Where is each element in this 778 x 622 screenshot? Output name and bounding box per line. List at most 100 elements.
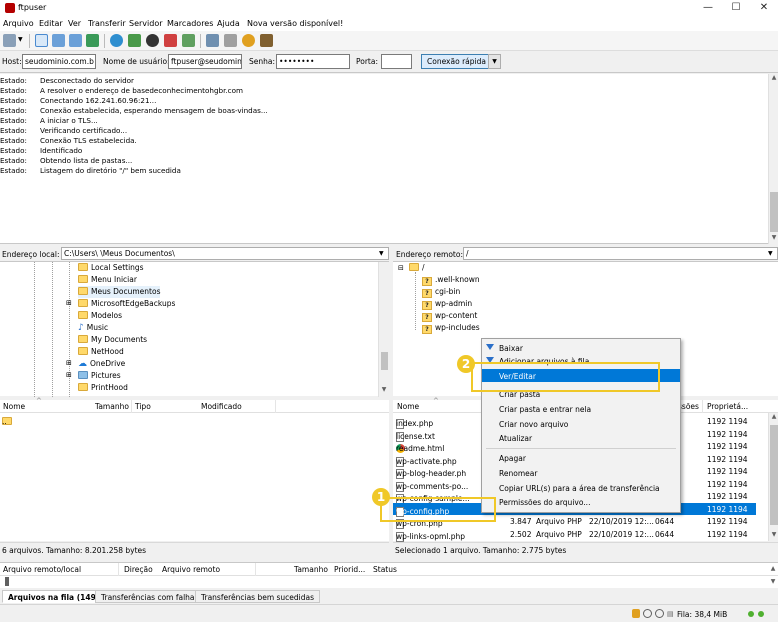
scroll-down-icon[interactable]: ▼ — [379, 386, 389, 393]
menu-item-apagar[interactable]: Apagar — [482, 451, 680, 464]
column-owner[interactable]: Proprietá... — [707, 402, 748, 411]
scroll-up-icon[interactable]: ▲ — [769, 74, 778, 81]
site-manager-icon[interactable] — [3, 34, 16, 47]
password-input[interactable]: •••••••• — [276, 54, 350, 69]
local-path-dropdown-icon[interactable]: ▼ — [379, 250, 384, 257]
quickconnect-dropdown-icon[interactable]: ▼ — [488, 54, 501, 69]
column-permissions[interactable]: ssões — [678, 402, 699, 411]
menu-servidor[interactable]: Servidor — [129, 19, 163, 28]
reconnect-icon[interactable] — [182, 34, 195, 47]
scroll-down-icon[interactable]: ▼ — [769, 234, 778, 241]
local-tree-item[interactable]: Modelos — [78, 310, 122, 322]
remote-tree-item[interactable]: ? wp-includes — [422, 322, 480, 334]
collapse-icon[interactable]: ⊟ — [398, 264, 404, 272]
menu-nova-versao[interactable]: Nova versão disponível! — [247, 19, 343, 28]
remote-path-input[interactable]: / — [463, 247, 778, 260]
close-button[interactable]: ✕ — [754, 2, 774, 13]
table-row[interactable]: .. — [0, 413, 389, 426]
toggle-local-tree-icon[interactable] — [52, 34, 65, 47]
folder-icon — [78, 311, 88, 319]
user-label: Nome de usuário: — [103, 57, 170, 66]
search-icon[interactable] — [260, 34, 273, 47]
remote-tree-item[interactable]: ? cgi-bin — [422, 286, 460, 298]
local-tree-item[interactable]: My Documents — [78, 334, 147, 346]
local-tree-item[interactable]: NetHood — [78, 346, 124, 358]
remote-list-scroll-thumb[interactable] — [770, 425, 778, 525]
refresh-icon[interactable] — [110, 34, 123, 47]
cancel-icon[interactable] — [146, 34, 159, 47]
toggle-log-icon[interactable] — [35, 34, 48, 47]
column-type[interactable]: Tipo — [135, 402, 151, 411]
expand-icon[interactable]: ⊞ — [66, 299, 72, 307]
queue-column-direction[interactable]: Direção — [124, 565, 153, 574]
local-tree-item[interactable]: Pictures — [78, 370, 121, 382]
menu-ver[interactable]: Ver — [68, 19, 81, 28]
local-path-label: Endereço local: — [2, 250, 60, 259]
tab-failed-transfers[interactable]: Transferências com falha — [95, 590, 201, 603]
menu-item-permissoes[interactable]: Permissões do arquivo... — [482, 495, 680, 508]
remote-tree-root[interactable]: / — [409, 262, 425, 274]
menu-item-criar-arquivo[interactable]: Criar novo arquivo — [482, 417, 680, 430]
column-name[interactable]: Nome — [3, 402, 25, 411]
menu-item-criar-pasta-entrar[interactable]: Criar pasta e entrar nela — [482, 402, 680, 415]
toggle-remote-tree-icon[interactable] — [69, 34, 82, 47]
column-modified[interactable]: Modificado — [201, 402, 242, 411]
log-scroll-thumb[interactable] — [770, 192, 778, 232]
local-path-input[interactable]: C:\Users\ \Meus Documentos\ — [61, 247, 389, 260]
queue-column-local[interactable]: Arquivo remoto/local — [3, 565, 81, 574]
remote-tree-item[interactable]: ? .well-known — [422, 274, 480, 286]
username-input[interactable]: ftpuser@seudomin — [168, 54, 242, 69]
local-tree-item[interactable]: Menu Iniciar — [78, 274, 137, 286]
quickconnect-button[interactable]: Conexão rápida — [421, 54, 492, 69]
expand-icon[interactable]: ⊞ — [66, 371, 72, 379]
column-size[interactable]: Tamanho — [95, 402, 129, 411]
menu-transferir[interactable]: Transferir — [88, 19, 126, 28]
queue-column-priority[interactable]: Priorid... — [334, 565, 365, 574]
local-tree-scroll-thumb[interactable] — [381, 352, 388, 370]
expand-icon[interactable]: ⊞ — [66, 359, 72, 367]
compare-icon[interactable] — [224, 34, 237, 47]
menu-ajuda[interactable]: Ajuda — [217, 19, 240, 28]
local-tree-item[interactable]: Meus Documentos — [78, 286, 161, 298]
menu-marcadores[interactable]: Marcadores — [167, 19, 213, 28]
scroll-up-icon[interactable]: ▲ — [769, 413, 778, 420]
filter-icon[interactable] — [206, 34, 219, 47]
minimize-button[interactable]: — — [698, 2, 718, 13]
scroll-down-icon[interactable]: ▼ — [768, 578, 778, 585]
log-scrollbar[interactable]: ▲ ▼ — [768, 74, 778, 244]
tab-successful-transfers[interactable]: Transferências bem sucedidas — [195, 590, 321, 603]
process-queue-icon[interactable] — [128, 34, 141, 47]
menu-item-copiar-url[interactable]: Copiar URL(s) para a área de transferênc… — [482, 481, 680, 494]
menu-item-renomear[interactable]: Renomear — [482, 466, 680, 479]
maximize-button[interactable]: ☐ — [726, 2, 746, 13]
scroll-down-icon[interactable]: ▼ — [769, 531, 778, 538]
queue-column-size[interactable]: Tamanho — [294, 565, 328, 574]
port-input[interactable] — [381, 54, 412, 69]
sync-browse-icon[interactable] — [242, 34, 255, 47]
local-tree-item[interactable]: MicrosoftEdgeBackups — [78, 298, 175, 310]
host-input[interactable]: seudominio.com.b — [22, 54, 96, 69]
local-tree-item[interactable]: ♪ Music — [78, 322, 108, 334]
local-tree-item[interactable]: Local Settings — [78, 262, 144, 274]
remote-list-scrollbar[interactable]: ▲ ▼ — [768, 413, 778, 541]
local-tree-item[interactable]: ☁ OneDrive — [78, 358, 125, 370]
remote-path-dropdown-icon[interactable]: ▼ — [768, 250, 773, 257]
local-tree-item[interactable]: PrintHood — [78, 382, 128, 394]
remote-tree-item[interactable]: ? wp-admin — [422, 298, 472, 310]
log-line: Estado: Obtendo lista de pastas... — [0, 156, 133, 165]
scroll-up-icon[interactable]: ▲ — [768, 565, 778, 572]
menu-item-baixar[interactable]: Baixar — [482, 341, 680, 354]
site-manager-dropdown-icon[interactable]: ▼ — [18, 36, 23, 43]
table-row[interactable]: wp-links-opml.php 2.502 Arquivo PHP 22/1… — [393, 528, 768, 542]
menu-arquivo[interactable]: Arquivo — [3, 19, 34, 28]
remote-tree-item[interactable]: ? wp-content — [422, 310, 477, 322]
menu-item-atualizar[interactable]: Atualizar — [482, 431, 680, 444]
queue-column-remote[interactable]: Arquivo remoto — [162, 565, 220, 574]
disconnect-icon[interactable] — [164, 34, 177, 47]
local-tree-scrollbar[interactable]: ▼ — [378, 262, 389, 397]
column-name[interactable]: Nome — [397, 402, 419, 411]
toggle-queue-icon[interactable] — [86, 34, 99, 47]
queue-column-status[interactable]: Status — [373, 565, 397, 574]
menu-editar[interactable]: Editar — [39, 19, 63, 28]
unknown-folder-icon: ? — [422, 277, 432, 286]
